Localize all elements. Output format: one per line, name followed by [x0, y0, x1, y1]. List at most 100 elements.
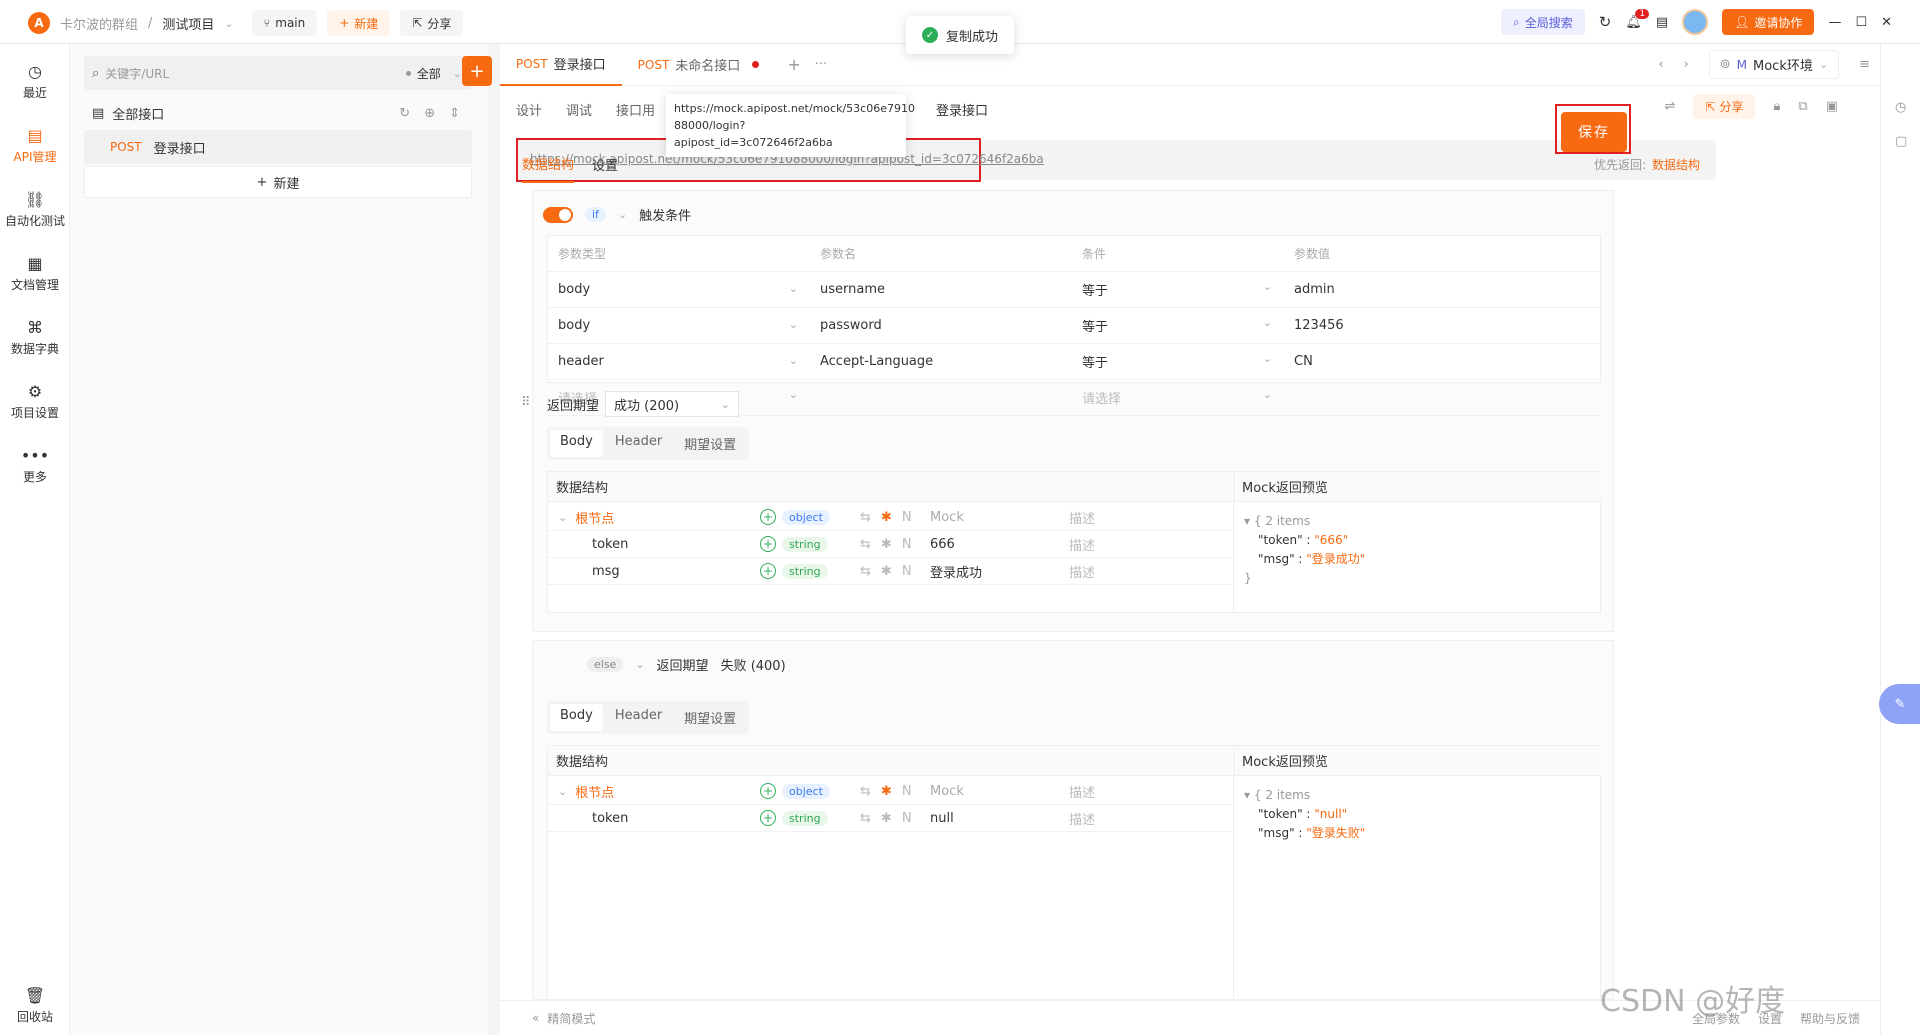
chevron-down-icon[interactable]: ⌄ — [453, 67, 462, 80]
nav-recycle-bin[interactable]: 🗑︎ 回收站 — [0, 974, 70, 1035]
drag-handle-icon[interactable]: ⠿ — [521, 395, 531, 410]
required-icon[interactable]: ✱ — [881, 510, 892, 525]
chevron-down-icon[interactable]: ⌄ — [635, 658, 644, 671]
api-title[interactable]: 登录接口 — [936, 100, 988, 119]
link-icon[interactable]: ⇆ — [860, 537, 871, 552]
tab-settings[interactable]: 设置 — [592, 155, 618, 182]
subtab-body[interactable]: Body — [550, 704, 603, 731]
link-icon[interactable]: ⇆ — [860, 564, 871, 579]
maximize-icon[interactable]: ☐ — [1855, 15, 1867, 30]
nav-item-doc[interactable]: ▦ 文档管理 — [0, 242, 70, 306]
condition-select[interactable]: 等于 ⌄ — [1072, 316, 1284, 335]
nullable-icon[interactable]: N — [902, 510, 912, 525]
menu-icon[interactable]: ≡ — [1859, 57, 1870, 72]
tab-data-structure[interactable]: 数据结构 — [522, 154, 575, 183]
tab-untitled-api[interactable]: POST 未命名接口 — [622, 44, 776, 86]
api-list-item[interactable]: POST 登录接口 — [84, 130, 472, 164]
type-badge[interactable]: object — [782, 509, 830, 525]
tab-login-api[interactable]: POST 登录接口 — [500, 44, 622, 86]
locate-icon[interactable]: ⊕ — [424, 106, 435, 121]
add-child-icon[interactable]: + — [760, 536, 776, 552]
add-child-icon[interactable]: + — [760, 509, 776, 525]
all-apis-row[interactable]: ▤ 全部接口 ↻ ⊕ ⇕ — [84, 96, 472, 130]
branch-selector[interactable]: ⑂ main — [251, 10, 318, 36]
field-description[interactable]: 描述 — [1069, 535, 1095, 554]
avatar[interactable] — [1682, 9, 1709, 35]
global-search-button[interactable]: ⌕ 全局搜索 — [1501, 9, 1585, 35]
new-button[interactable]: + 新建 — [327, 10, 391, 36]
lock-icon[interactable]: 🔒︎ — [1773, 99, 1780, 114]
subnav-design[interactable]: 设计 — [516, 100, 542, 119]
assistant-float-button[interactable]: ✎ — [1879, 684, 1920, 724]
nav-item-settings[interactable]: ⚙ 项目设置 — [0, 370, 70, 434]
link-icon[interactable]: ⇆ — [860, 784, 871, 799]
subtab-body[interactable]: Body — [550, 430, 603, 457]
type-badge[interactable]: object — [782, 783, 830, 799]
nav-item-flow[interactable]: ⛓ 自动化测试 — [0, 178, 70, 242]
field-description[interactable]: 描述 — [1069, 508, 1095, 527]
subtab-header[interactable]: Header — [605, 430, 672, 457]
minimize-icon[interactable]: — — [1828, 15, 1841, 30]
nav-item-more[interactable]: ••• 更多 — [0, 434, 70, 498]
required-icon[interactable]: ✱ — [881, 811, 892, 826]
param-name-input[interactable]: Accept-Language — [810, 354, 1072, 369]
subtab-expect-settings[interactable]: 期望设置 — [674, 704, 746, 731]
close-icon[interactable]: ✕ — [1881, 15, 1892, 30]
condition-toggle[interactable] — [543, 206, 573, 223]
invite-button[interactable]: 👤︎ 邀请协作 — [1722, 9, 1815, 35]
add-api-button[interactable]: + — [462, 56, 492, 86]
bell-icon[interactable]: 🔔︎ 1 — [1625, 8, 1650, 30]
priority-value[interactable]: 数据结构 — [1652, 156, 1700, 173]
environment-selector[interactable]: ⊚ M Mock环境 ⌄ — [1708, 50, 1840, 79]
param-value-input[interactable]: CN — [1284, 354, 1313, 369]
refresh-icon[interactable]: ↻ — [399, 106, 410, 121]
message-icon[interactable]: ▤ — [1656, 15, 1668, 30]
nullable-icon[interactable]: N — [902, 811, 912, 826]
collapse-icon[interactable]: « — [532, 1011, 539, 1025]
field-name[interactable]: token — [548, 537, 760, 552]
search-input[interactable]: ⌕ 关键字/URL 全部 ⌄ — [84, 56, 472, 90]
nav-item-api[interactable]: ▤ API管理 — [0, 114, 70, 178]
more-tabs-icon[interactable]: ··· — [815, 57, 827, 72]
condition-select[interactable]: 请选择 ⌄ — [1072, 388, 1284, 407]
format-icon[interactable]: ⇌ — [1665, 99, 1676, 114]
nav-item-clock[interactable]: ◷ 最近 — [0, 50, 70, 114]
filter-select[interactable]: 全部 — [417, 65, 441, 82]
tab-next-icon[interactable]: › — [1684, 57, 1689, 72]
subtab-expect-settings[interactable]: 期望设置 — [674, 430, 746, 457]
condition-select[interactable]: 等于 ⌄ — [1072, 280, 1284, 299]
team-name[interactable]: 卡尔波的群组 — [60, 14, 138, 33]
required-icon[interactable]: ✱ — [881, 784, 892, 799]
compact-mode-toggle[interactable]: 精简模式 — [547, 1010, 595, 1027]
add-child-icon[interactable]: + — [760, 810, 776, 826]
type-badge[interactable]: string — [782, 536, 828, 552]
type-select[interactable]: header ⌄ — [548, 354, 810, 369]
tab-prev-icon[interactable]: ‹ — [1658, 57, 1663, 72]
required-icon[interactable]: ✱ — [881, 537, 892, 552]
project-name[interactable]: 测试项目 — [162, 14, 214, 33]
field-name[interactable]: msg — [548, 564, 760, 579]
refresh-icon[interactable]: ↻ — [1599, 13, 1612, 31]
field-description[interactable]: 描述 — [1069, 782, 1095, 801]
add-tab-icon[interactable]: + — [787, 55, 800, 74]
copy-icon[interactable]: ⧉ — [1798, 99, 1807, 114]
panel-icon[interactable]: ▢ — [1895, 134, 1907, 149]
param-value-input[interactable]: 123456 — [1284, 318, 1344, 333]
type-select[interactable]: body ⌄ — [548, 318, 810, 333]
save-button[interactable]: 保存 — [1561, 112, 1627, 152]
field-description[interactable]: 描述 — [1069, 809, 1095, 828]
chevron-down-icon[interactable]: ⌄ — [618, 208, 627, 221]
share-button[interactable]: ⇱ 分享 — [400, 10, 464, 36]
sort-icon[interactable]: ⇕ — [449, 106, 460, 121]
add-child-icon[interactable]: + — [760, 783, 776, 799]
field-name[interactable]: token — [548, 811, 760, 826]
chevron-down-icon[interactable]: ⌄ — [558, 511, 567, 524]
subtab-header[interactable]: Header — [605, 704, 672, 731]
add-child-icon[interactable]: + — [760, 563, 776, 579]
mock-value[interactable]: Mock — [924, 510, 1069, 525]
nav-item-dictionary[interactable]: ⌘ 数据字典 — [0, 306, 70, 370]
type-select[interactable]: body ⌄ — [548, 282, 810, 297]
subnav-debug[interactable]: 调试 — [566, 100, 592, 119]
api-share-button[interactable]: ⇱ 分享 — [1693, 94, 1756, 119]
type-badge[interactable]: string — [782, 563, 828, 579]
